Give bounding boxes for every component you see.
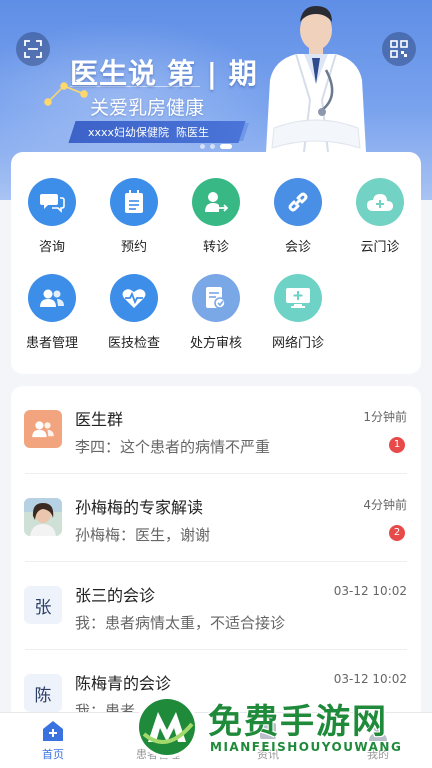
menu-label: 医技检查	[107, 336, 160, 351]
tab-label: 首页	[42, 748, 64, 761]
menu-item-referral[interactable]: 转诊	[175, 178, 257, 255]
message-preview: 孙梅梅：医生，谢谢	[75, 526, 211, 544]
banner-subtitle: 关爱乳房健康	[90, 97, 205, 119]
scan-icon	[24, 40, 42, 58]
watermark-logo-icon	[136, 696, 198, 758]
banner-pagination	[200, 144, 232, 149]
menu-label: 处方审核	[189, 336, 242, 351]
watermark: 免费手游网 MIANFEISHOUYOUWANG	[134, 690, 424, 768]
link-icon	[274, 178, 322, 226]
menu-label: 咨询	[38, 240, 65, 255]
message-title: 医生群	[75, 410, 124, 429]
menu-label: 会诊	[284, 240, 311, 255]
list-item[interactable]: 孙梅梅的专家解读 孙梅梅：医生，谢谢 4分钟前 2	[11, 474, 421, 562]
message-preview: 我：患者病情太重，不适合接诊	[75, 614, 286, 632]
home-plus-icon	[41, 719, 65, 743]
menu-item-online-clinic[interactable]: 网络门诊	[257, 274, 339, 351]
message-time: 03-12 10:02	[333, 584, 407, 598]
banner-ribbon-text: xxxx妇幼保健院 陈医生	[88, 124, 209, 140]
message-time: 03-12 10:02	[333, 672, 407, 686]
unread-badge: 1	[389, 437, 405, 453]
banner-dot	[210, 144, 215, 149]
menu-item-appointment[interactable]: 预约	[93, 178, 175, 255]
menu-label: 网络门诊	[271, 336, 324, 351]
menu-item-medical-exam[interactable]: 医技检查	[93, 274, 175, 351]
scan-button[interactable]	[16, 32, 50, 66]
menu-item-consult[interactable]: 咨询	[11, 178, 93, 255]
heart-pulse-icon	[110, 274, 158, 322]
menu-item-prescription-review[interactable]: 处方审核	[175, 274, 257, 351]
notepad-icon	[110, 178, 158, 226]
watermark-subtext: MIANFEISHOUYOUWANG	[210, 740, 403, 754]
avatar: 张	[24, 586, 62, 624]
qr-code-button[interactable]	[382, 32, 416, 66]
message-title: 张三的会诊	[75, 586, 156, 605]
message-time: 1分钟前	[363, 410, 407, 424]
banner-dot	[200, 144, 205, 149]
banner-title-main: 医生说	[70, 57, 158, 90]
menu-item-cloud-clinic[interactable]: 云门诊	[339, 178, 421, 255]
users-icon	[28, 274, 76, 322]
chat-bubbles-icon	[28, 178, 76, 226]
monitor-plus-icon	[274, 274, 322, 322]
tab-home[interactable]: 首页	[13, 719, 93, 762]
watermark-text: 免费手游网	[208, 702, 388, 742]
list-item[interactable]: 张 张三的会诊 我：患者病情太重，不适合接诊 03-12 10:02	[11, 562, 421, 650]
menu-label: 转诊	[202, 240, 229, 255]
banner-doctor-name: 陈医生	[176, 126, 210, 139]
menu-label: 云门诊	[360, 240, 400, 255]
banner-title-issue: 第 | 期	[167, 57, 258, 90]
banner-title: 医生说第 | 期	[70, 52, 258, 92]
menu-label: 预约	[120, 240, 147, 255]
referral-icon	[192, 178, 240, 226]
prescription-icon	[192, 274, 240, 322]
quick-menu-card: 咨询 预约 转诊 会诊 云门诊 患者管理 医技检查 处方审核 网络门诊	[11, 152, 421, 374]
cloud-plus-icon	[356, 178, 404, 226]
banner-dot-active	[220, 144, 232, 149]
menu-label: 患者管理	[25, 336, 78, 351]
unread-badge: 2	[389, 525, 405, 541]
group-icon	[24, 410, 62, 448]
menu-item-patient-management[interactable]: 患者管理	[11, 274, 93, 351]
qr-code-icon	[390, 40, 408, 58]
list-item[interactable]: 医生群 李四：这个患者的病情不严重 1分钟前 1	[11, 386, 421, 474]
message-title: 孙梅梅的专家解读	[75, 498, 204, 517]
avatar: 陈	[24, 674, 62, 712]
message-time: 4分钟前	[363, 498, 407, 512]
avatar	[24, 498, 62, 536]
menu-item-consultation[interactable]: 会诊	[257, 178, 339, 255]
doctor-illustration	[266, 6, 366, 152]
message-preview: 李四：这个患者的病情不严重	[75, 438, 271, 456]
banner-hospital: xxxx妇幼保健院	[88, 126, 170, 139]
